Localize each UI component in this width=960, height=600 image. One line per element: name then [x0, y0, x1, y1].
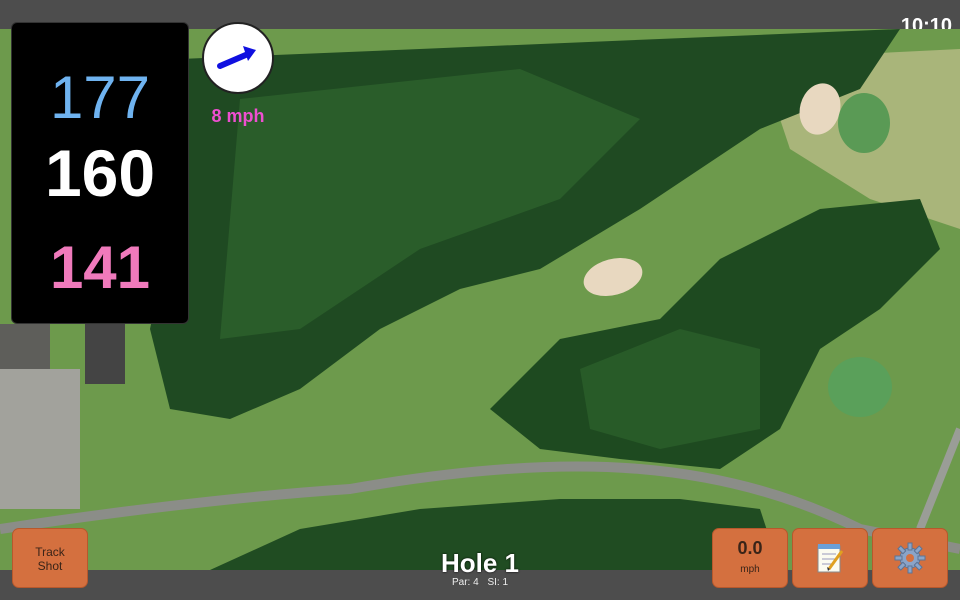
track-shot-label-line1: Track	[35, 545, 65, 559]
speed-unit: mph	[740, 564, 760, 575]
settings-button[interactable]	[872, 528, 948, 588]
notepad-icon	[817, 544, 844, 573]
notes-button[interactable]	[792, 528, 868, 588]
hole-stroke-index: SI: 1	[487, 577, 509, 588]
wind-speed: 8 mph	[211, 106, 265, 126]
wind-arrow-icon	[217, 46, 256, 69]
speed-button[interactable]: 0.0 mph	[712, 528, 788, 588]
center-yardage: 160	[44, 136, 156, 210]
yardage-panel: 177 160 141	[11, 22, 189, 324]
speed-value: 0.0	[737, 538, 763, 558]
wind-indicator	[202, 22, 274, 94]
hole-par: Par: 4	[451, 577, 479, 588]
hole-title: Hole 1	[440, 548, 520, 578]
hole-info: Par: 4 SI: 1	[380, 577, 580, 588]
gear-icon	[894, 542, 926, 574]
back-yardage: 177	[49, 64, 151, 131]
front-yardage: 141	[49, 234, 151, 301]
track-shot-label-line2: Shot	[37, 559, 63, 573]
track-shot-button[interactable]: Track Shot	[12, 528, 88, 588]
